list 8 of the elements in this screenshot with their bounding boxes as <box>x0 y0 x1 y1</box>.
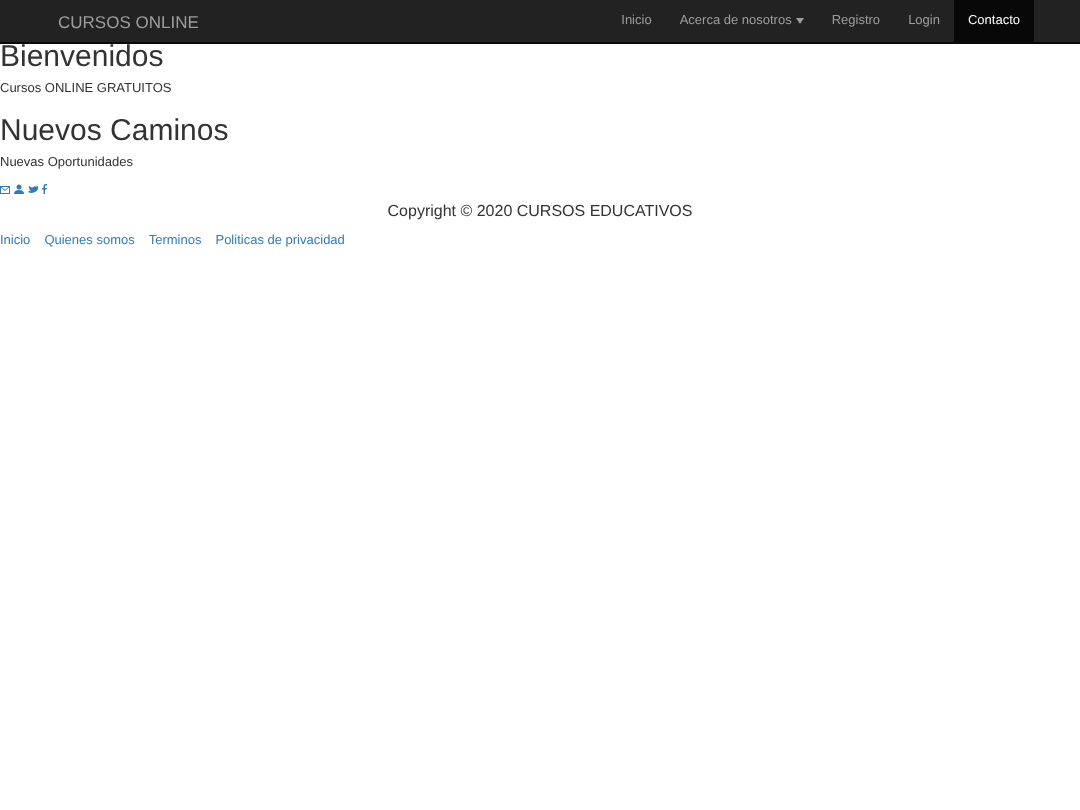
copyright-text: Copyright © 2020 CURSOS EDUCATIVOS <box>385 202 695 220</box>
brand-name[interactable]: CURSOS ONLINE <box>58 11 608 31</box>
bird-icon[interactable] <box>28 185 38 193</box>
envelope-icon[interactable] <box>0 185 10 193</box>
section-heading: Nuevos Caminos <box>0 114 231 150</box>
section-heading: Bienvenidos <box>0 40 166 76</box>
person-icon[interactable] <box>14 184 24 194</box>
facebook-icon[interactable] <box>42 184 47 194</box>
